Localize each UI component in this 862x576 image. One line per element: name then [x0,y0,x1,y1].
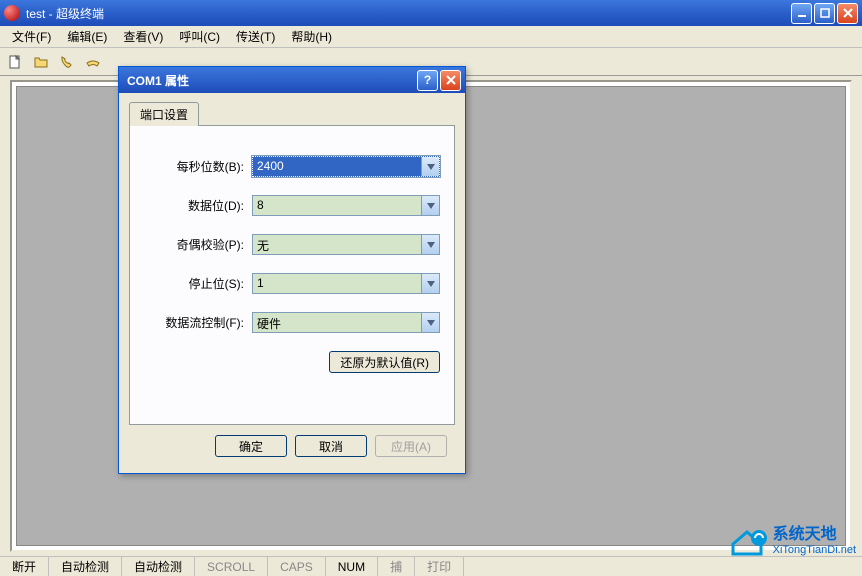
app-icon [4,5,20,21]
status-caps: CAPS [268,557,326,576]
flow-label: 数据流控制(F): [144,314,244,331]
stopbits-label: 停止位(S): [144,275,244,292]
status-scroll: SCROLL [195,557,268,576]
flow-value: 硬件 [252,312,440,333]
minimize-button[interactable] [791,3,812,24]
dialog-buttons: 确定 取消 应用(A) [129,425,455,461]
menu-edit[interactable]: 编辑(E) [59,26,115,47]
ok-button[interactable]: 确定 [215,435,287,457]
tab-strip: 端口设置 [129,102,455,126]
tab-panel: 每秒位数(B): 2400 数据位(D): 8 奇偶校验(P): 无 [129,125,455,425]
statusbar: 断开 自动检测 自动检测 SCROLL CAPS NUM 捕 打印 [0,556,862,576]
tab-port-settings[interactable]: 端口设置 [129,102,199,126]
phone-icon[interactable] [58,53,76,71]
databits-select[interactable]: 8 [252,195,440,216]
row-baud: 每秒位数(B): 2400 [144,156,440,177]
row-databits: 数据位(D): 8 [144,195,440,216]
chevron-down-icon[interactable] [421,313,439,332]
restore-row: 还原为默认值(R) [144,351,440,373]
stopbits-value: 1 [252,273,440,294]
apply-button[interactable]: 应用(A) [375,435,447,457]
stopbits-select[interactable]: 1 [252,273,440,294]
parity-select[interactable]: 无 [252,234,440,255]
status-print: 打印 [415,557,464,576]
chevron-down-icon[interactable] [421,235,439,254]
dialog-help-button[interactable]: ? [417,70,438,91]
chevron-down-icon[interactable] [421,157,439,176]
status-detect1: 自动检测 [49,557,122,576]
status-connection: 断开 [0,557,49,576]
parity-label: 奇偶校验(P): [144,236,244,253]
baud-select[interactable]: 2400 [252,156,440,177]
open-icon[interactable] [32,53,50,71]
hangup-icon[interactable] [84,53,102,71]
parity-value: 无 [252,234,440,255]
menu-file[interactable]: 文件(F) [4,26,59,47]
status-capture: 捕 [378,557,415,576]
new-icon[interactable] [6,53,24,71]
menubar: 文件(F) 编辑(E) 查看(V) 呼叫(C) 传送(T) 帮助(H) [0,26,862,48]
status-detect2: 自动检测 [122,557,195,576]
chevron-down-icon[interactable] [421,196,439,215]
window-controls [791,3,858,24]
baud-value: 2400 [252,156,440,177]
dialog-title: COM1 属性 [123,72,415,89]
com-properties-dialog: COM1 属性 ? 端口设置 每秒位数(B): 2400 数据位(D): 8 [118,66,466,474]
baud-label: 每秒位数(B): [144,158,244,175]
row-stopbits: 停止位(S): 1 [144,273,440,294]
main-titlebar: test - 超级终端 [0,0,862,26]
databits-label: 数据位(D): [144,197,244,214]
window-title: test - 超级终端 [26,5,791,22]
flow-select[interactable]: 硬件 [252,312,440,333]
close-button[interactable] [837,3,858,24]
dialog-body: 端口设置 每秒位数(B): 2400 数据位(D): 8 奇偶校验(P): [119,93,465,473]
chevron-down-icon[interactable] [421,274,439,293]
databits-value: 8 [252,195,440,216]
cancel-button[interactable]: 取消 [295,435,367,457]
row-flowcontrol: 数据流控制(F): 硬件 [144,312,440,333]
status-num: NUM [326,557,378,576]
maximize-button[interactable] [814,3,835,24]
dialog-close-button[interactable] [440,70,461,91]
menu-help[interactable]: 帮助(H) [283,26,340,47]
menu-view[interactable]: 查看(V) [115,26,171,47]
restore-defaults-button[interactable]: 还原为默认值(R) [329,351,440,373]
menu-transfer[interactable]: 传送(T) [228,26,283,47]
dialog-titlebar[interactable]: COM1 属性 ? [119,67,465,93]
menu-call[interactable]: 呼叫(C) [171,26,228,47]
row-parity: 奇偶校验(P): 无 [144,234,440,255]
